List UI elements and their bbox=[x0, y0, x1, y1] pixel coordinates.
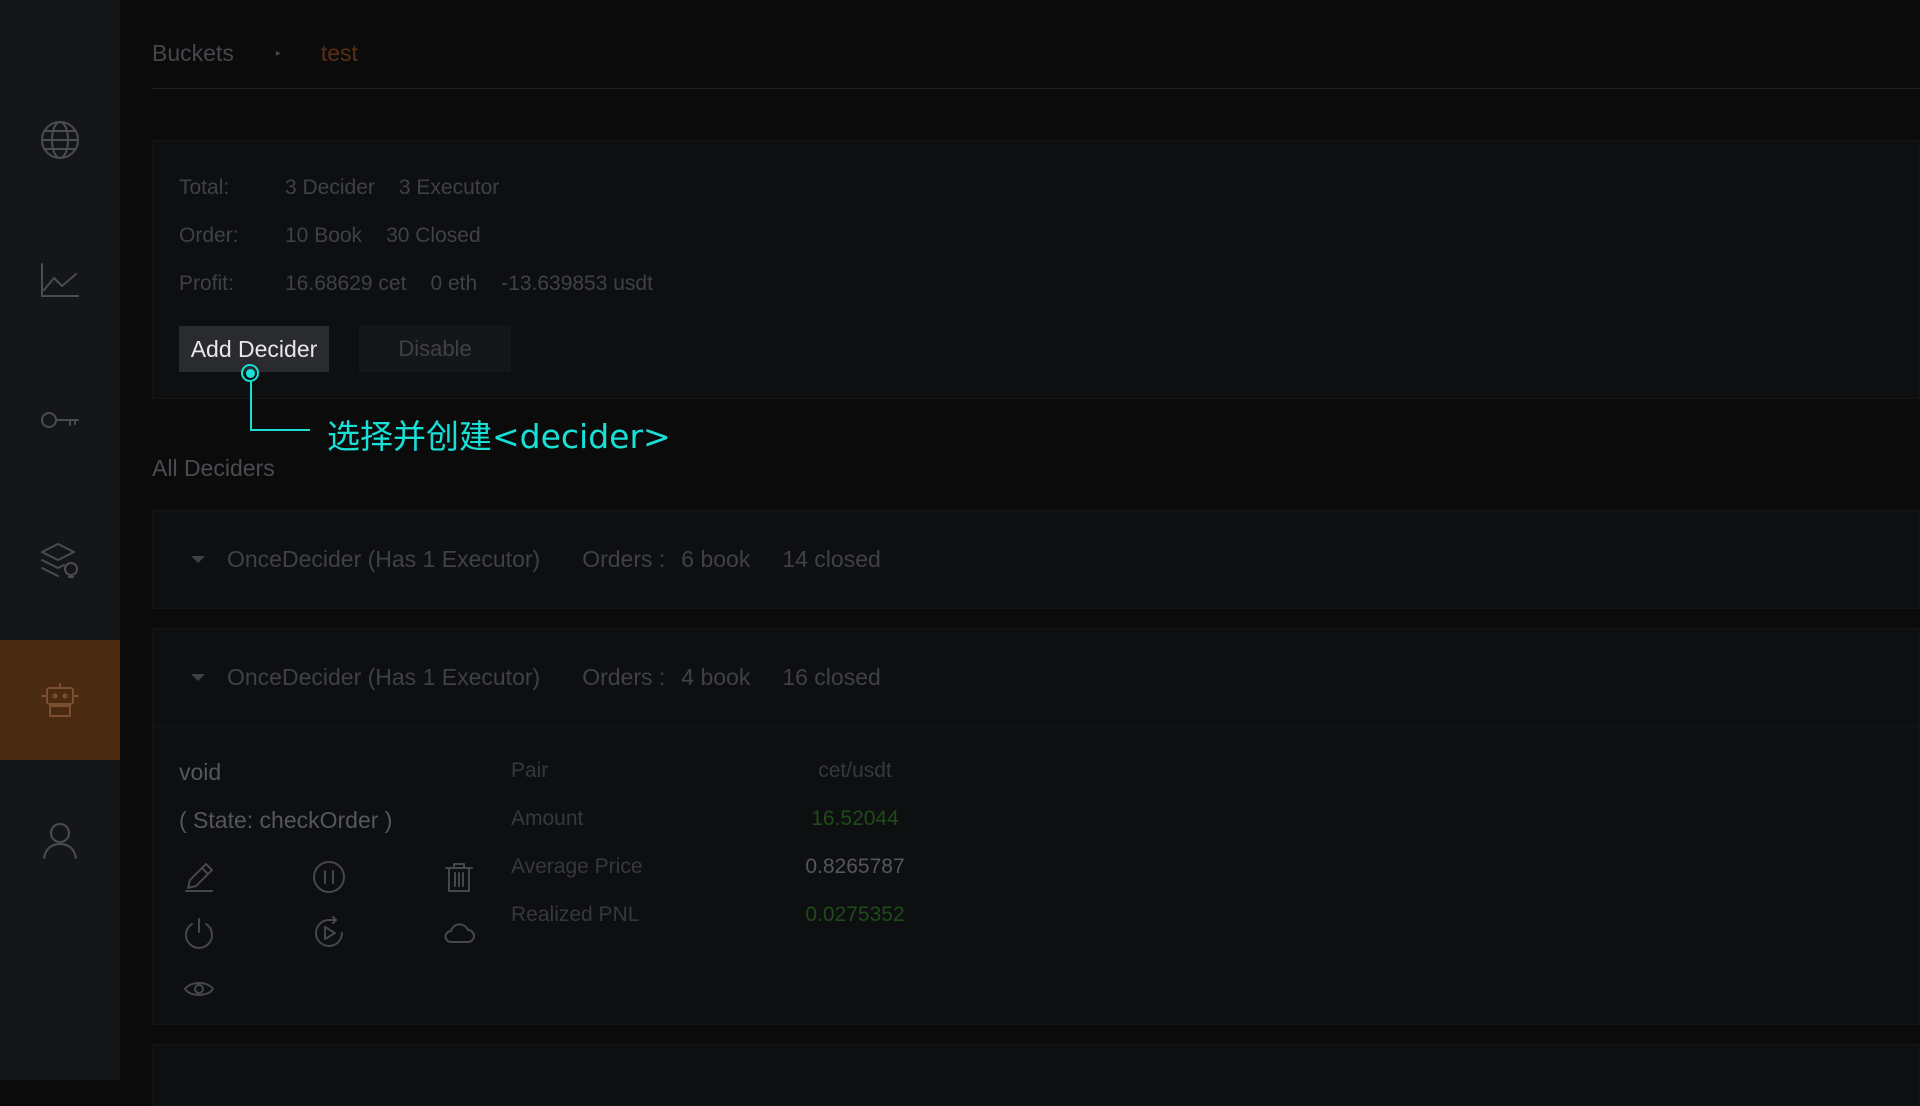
summary-total-row: Total: 3 Decider 3 Executor bbox=[179, 176, 523, 200]
decider-header[interactable]: OnceDecider (Has 1 Executor) Orders : 6 … bbox=[153, 511, 1919, 608]
order-closed: 30 Closed bbox=[386, 224, 481, 247]
tooltip-connector bbox=[250, 429, 310, 431]
order-book: 10 Book bbox=[285, 224, 363, 247]
total-deciders: 3 Decider bbox=[285, 176, 375, 199]
decider-book-count: 6 book bbox=[681, 546, 751, 572]
main-content: Buckets ▸ test Total: 3 Decider 3 Execut… bbox=[120, 0, 1920, 1106]
summary-profit-row: Profit: 16.68629 cet 0 eth -13.639853 us… bbox=[179, 272, 677, 296]
key-icon bbox=[41, 412, 79, 428]
total-executors: 3 Executor bbox=[398, 176, 500, 199]
replay-button[interactable] bbox=[309, 913, 349, 953]
power-button[interactable] bbox=[179, 913, 219, 953]
breadcrumb: Buckets ▸ test bbox=[152, 38, 358, 68]
replay-icon bbox=[315, 916, 343, 947]
order-label: Order: bbox=[179, 224, 239, 247]
decider-panel: OnceDecider (Has 1 Executor) Orders : 4 … bbox=[152, 628, 1920, 1025]
realized-pnl-value: 0.0275352 bbox=[805, 903, 905, 926]
sidebar-item-markets[interactable] bbox=[0, 80, 120, 200]
chevron-down-icon bbox=[191, 674, 205, 681]
trash-icon bbox=[445, 863, 473, 892]
profit-label: Profit: bbox=[179, 272, 234, 295]
sidebar-item-strategies[interactable] bbox=[0, 500, 120, 620]
robot-icon bbox=[41, 683, 79, 717]
average-price-label: Average Price bbox=[511, 855, 643, 878]
edit-icon bbox=[185, 863, 213, 892]
decider-panel bbox=[152, 1044, 1920, 1106]
pair-label: Pair bbox=[511, 759, 549, 782]
eye-icon bbox=[184, 982, 214, 996]
tooltip-anchor-icon bbox=[241, 364, 259, 382]
sidebar-item-account[interactable] bbox=[0, 780, 120, 900]
decider-orders-label: Orders : bbox=[582, 546, 666, 572]
edit-button[interactable] bbox=[179, 857, 219, 897]
user-icon bbox=[43, 823, 77, 859]
summary-order-row: Order: 10 Book 30 Closed bbox=[179, 224, 505, 248]
total-label: Total: bbox=[179, 176, 230, 199]
sidebar-item-keys[interactable] bbox=[0, 360, 120, 480]
tooltip-text: 选择并创建<decider> bbox=[327, 417, 671, 456]
pair-value: cet/usdt bbox=[818, 759, 892, 782]
pause-icon bbox=[313, 861, 345, 893]
view-button[interactable] bbox=[179, 969, 219, 1009]
chevron-down-icon bbox=[191, 556, 205, 563]
sidebar bbox=[0, 0, 120, 1080]
amount-value: 16.52044 bbox=[811, 807, 899, 830]
profit-usdt: -13.639853 usdt bbox=[501, 272, 653, 295]
decider-name: OnceDecider (Has 1 Executor) bbox=[227, 664, 541, 690]
cloud-icon bbox=[444, 923, 475, 943]
executor-name: void bbox=[179, 759, 222, 785]
decider-divider bbox=[153, 726, 1919, 727]
chart-line-icon bbox=[41, 263, 79, 297]
delete-button[interactable] bbox=[439, 857, 479, 897]
decider-name: OnceDecider (Has 1 Executor) bbox=[227, 546, 541, 572]
decider-header[interactable]: OnceDecider (Has 1 Executor) Orders : 4 … bbox=[153, 629, 1919, 726]
sidebar-item-bots[interactable] bbox=[0, 640, 120, 760]
summary-panel: Total: 3 Decider 3 Executor Order: 10 Bo… bbox=[152, 140, 1920, 399]
decider-closed-count: 14 closed bbox=[782, 546, 881, 572]
cloud-button[interactable] bbox=[439, 913, 479, 953]
layers-bulb-icon bbox=[41, 543, 78, 578]
profit-eth: 0 eth bbox=[430, 272, 478, 295]
all-deciders-title: All Deciders bbox=[152, 455, 275, 481]
decider-book-count: 4 book bbox=[681, 664, 751, 690]
power-icon bbox=[185, 918, 213, 949]
amount-label: Amount bbox=[511, 807, 584, 830]
tooltip-connector bbox=[250, 382, 252, 431]
breadcrumb-separator-icon: ▸ bbox=[275, 47, 281, 59]
realized-pnl-label: Realized PNL bbox=[511, 903, 640, 926]
header-divider bbox=[152, 88, 1920, 89]
breadcrumb-buckets-link[interactable]: Buckets bbox=[152, 40, 234, 67]
decider-panel: OnceDecider (Has 1 Executor) Orders : 6 … bbox=[152, 510, 1920, 609]
decider-orders-label: Orders : bbox=[582, 664, 666, 690]
globe-icon bbox=[41, 121, 79, 159]
average-price-value: 0.8265787 bbox=[805, 855, 905, 878]
decider-closed-count: 16 closed bbox=[782, 664, 881, 690]
executor-state: ( State: checkOrder ) bbox=[179, 807, 393, 833]
disable-button[interactable]: Disable bbox=[359, 326, 511, 372]
profit-cet: 16.68629 cet bbox=[285, 272, 407, 295]
pause-button[interactable] bbox=[309, 857, 349, 897]
sidebar-item-charts[interactable] bbox=[0, 220, 120, 340]
breadcrumb-current: test bbox=[320, 39, 358, 66]
